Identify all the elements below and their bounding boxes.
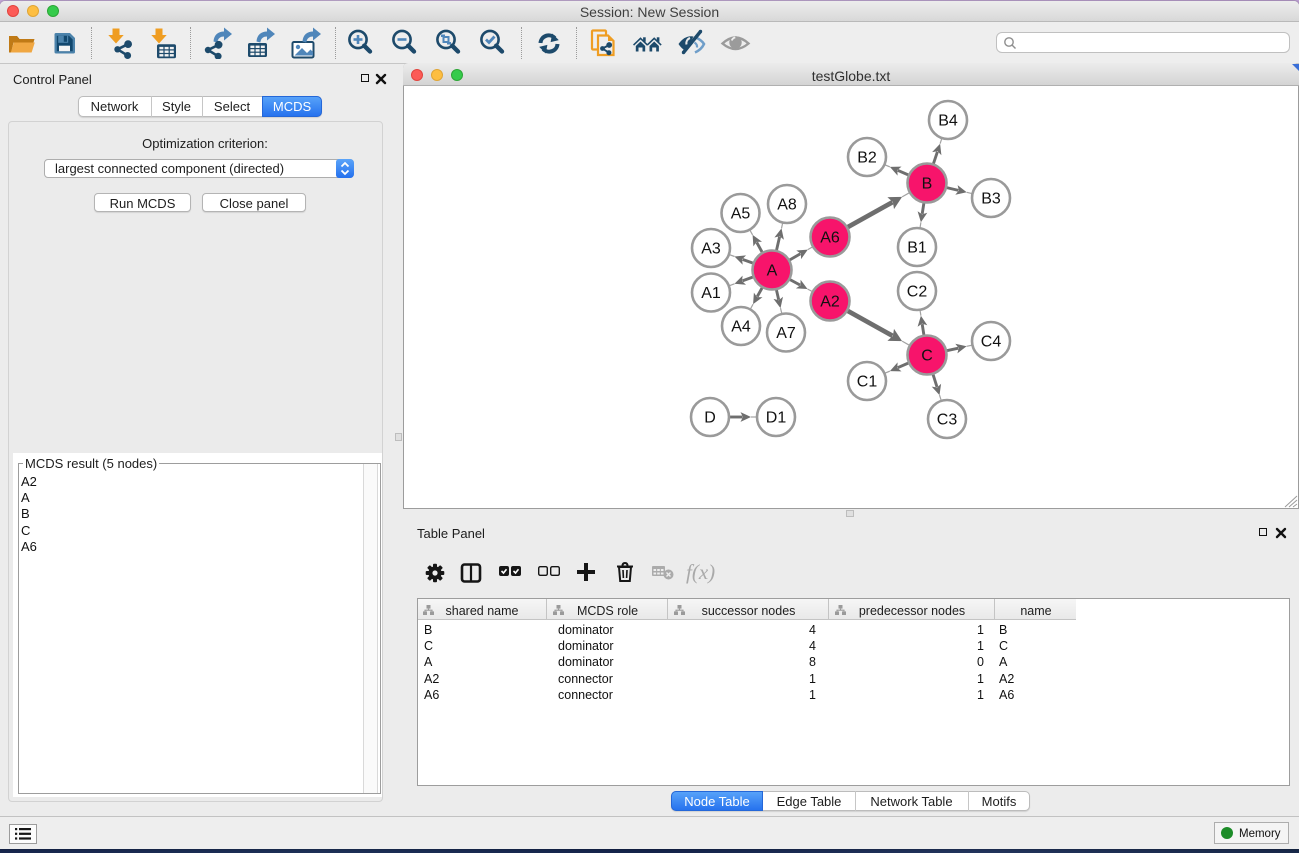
svg-text:C1: C1 — [857, 374, 878, 391]
svg-text:A6: A6 — [820, 230, 840, 247]
svg-text:B2: B2 — [857, 150, 877, 167]
svg-text:D1: D1 — [766, 410, 787, 427]
svg-text:C2: C2 — [907, 284, 928, 301]
svg-text:A3: A3 — [701, 241, 721, 258]
svg-text:C4: C4 — [981, 334, 1002, 351]
svg-text:A7: A7 — [776, 325, 796, 342]
svg-text:C: C — [921, 348, 933, 365]
svg-text:B3: B3 — [981, 191, 1001, 208]
svg-text:A: A — [767, 263, 778, 280]
svg-text:B: B — [922, 176, 933, 193]
svg-text:A4: A4 — [731, 319, 751, 336]
svg-text:A1: A1 — [701, 285, 721, 302]
svg-text:B4: B4 — [938, 113, 958, 130]
svg-text:A2: A2 — [820, 294, 840, 311]
svg-text:B1: B1 — [907, 240, 927, 257]
svg-text:A8: A8 — [777, 197, 797, 214]
svg-text:A5: A5 — [731, 206, 751, 223]
svg-text:D: D — [704, 410, 716, 427]
svg-text:C3: C3 — [937, 412, 958, 429]
